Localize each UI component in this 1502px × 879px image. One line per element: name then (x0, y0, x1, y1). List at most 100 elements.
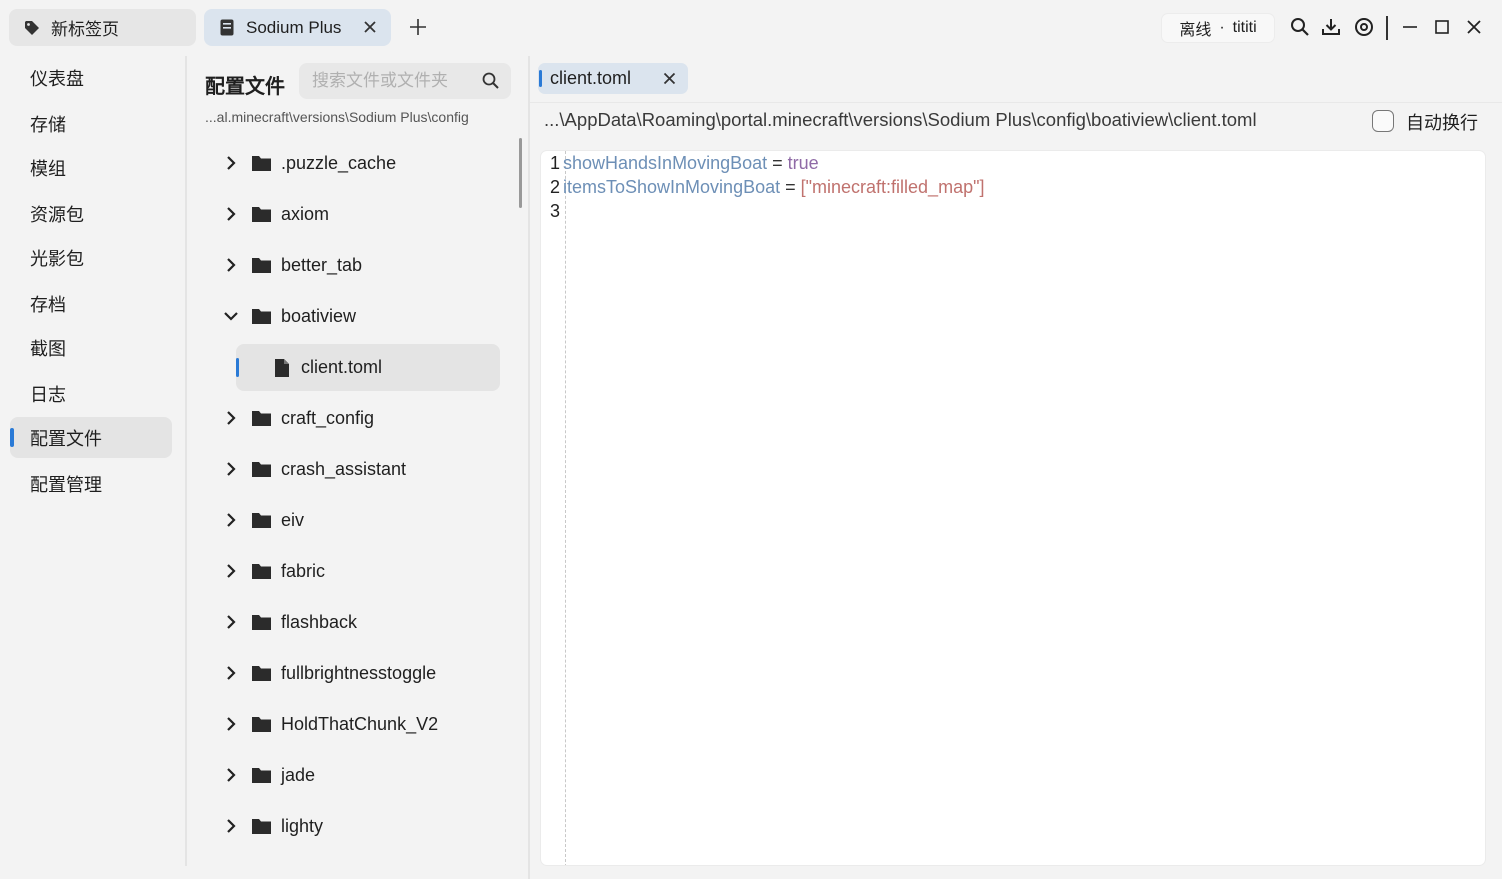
file-icon (275, 358, 289, 377)
folder-item[interactable]: jade (223, 752, 315, 798)
folder-icon (252, 206, 271, 222)
folder-item[interactable]: HoldThatChunk_V2 (223, 701, 438, 747)
chevron-right-icon (223, 665, 239, 681)
sidebar-item-label: 截图 (30, 338, 66, 359)
sidebar-item-label: 配置管理 (30, 474, 102, 495)
folder-name: fabric (281, 560, 326, 581)
chevron-right-icon (223, 206, 239, 222)
sidebar-item-storage[interactable]: 存储 (10, 103, 172, 144)
tab-sodium-plus[interactable]: Sodium Plus (204, 9, 391, 46)
sidebar-item-label: 日志 (30, 384, 66, 405)
scrollbar[interactable] (519, 138, 522, 208)
editor-tab-client-toml[interactable]: client.toml (538, 63, 688, 94)
folder-item[interactable]: eiv (223, 497, 304, 543)
folder-item[interactable]: axiom (223, 191, 329, 237)
close-icon[interactable] (361, 18, 379, 36)
chevron-right-icon (223, 410, 239, 426)
file-path: ...\AppData\Roaming\portal.minecraft\ver… (544, 109, 1257, 130)
search-icon[interactable] (1289, 16, 1311, 38)
folder-icon (252, 461, 271, 477)
account-status: 离线 (1179, 22, 1212, 39)
sidebar-item-shaderpacks[interactable]: 光影包 (10, 237, 172, 278)
tab-new-tab[interactable]: 新标签页 (9, 9, 196, 46)
code-line: 2 itemsToShowInMovingBoat = ["minecraft:… (541, 175, 985, 200)
chevron-right-icon (223, 614, 239, 630)
add-tab-icon[interactable] (406, 15, 430, 39)
folder-item[interactable]: flashback (223, 599, 357, 645)
folder-icon (252, 818, 271, 834)
folder-name: fullbrightnesstoggle (281, 662, 437, 683)
folder-name: crash_assistant (281, 458, 407, 479)
folder-item-expanded[interactable]: boatiview (223, 293, 356, 339)
sidebar-item-screenshots[interactable]: 截图 (10, 327, 172, 368)
folder-name: jade (281, 764, 316, 785)
toml-operator: = (785, 177, 796, 197)
chevron-right-icon (223, 563, 239, 579)
close-icon[interactable] (661, 70, 678, 87)
folder-name: flashback (281, 611, 358, 632)
folder-item[interactable]: better_tab (223, 242, 362, 288)
search-icon[interactable] (481, 71, 501, 91)
minimize-icon[interactable] (1399, 16, 1421, 38)
sidebar-item-logs[interactable]: 日志 (10, 373, 172, 414)
sidebar-item-config-files[interactable]: 配置文件 (10, 417, 172, 458)
sidebar-item-label: 配置文件 (30, 428, 102, 449)
chevron-right-icon (223, 257, 239, 273)
sidebar: 仪表盘 存储 模组 资源包 光影包 存档 截图 日志 配置文件 配置管理 (0, 56, 185, 879)
code-editor[interactable]: 1 showHandsInMovingBoat = true 2 itemsTo… (540, 150, 1486, 866)
separator-dot: · (1219, 19, 1225, 36)
folder-item[interactable]: lighty (223, 803, 323, 849)
tag-icon (23, 19, 41, 37)
account-badge[interactable]: 离线 · tititi (1161, 13, 1275, 43)
folder-name: HoldThatChunk_V2 (281, 713, 439, 734)
folder-item[interactable]: .puzzle_cache (223, 140, 396, 186)
file-name: client.toml (301, 357, 383, 377)
sidebar-item-config-manager[interactable]: 配置管理 (10, 463, 172, 504)
maximize-icon[interactable] (1431, 16, 1453, 38)
editor-tab-divider (530, 102, 1502, 103)
sidebar-item-label: 模组 (30, 158, 66, 179)
sidebar-item-label: 资源包 (30, 204, 84, 225)
line-number: 1 (549, 153, 560, 173)
folder-name: .puzzle_cache (281, 152, 397, 173)
word-wrap-checkbox[interactable] (1372, 110, 1394, 132)
window-close-icon[interactable] (1463, 16, 1485, 38)
config-path: ...al.minecraft\versions\Sodium Plus\con… (205, 109, 469, 125)
editor-tab-label: client.toml (550, 68, 632, 88)
search-input[interactable] (299, 63, 511, 99)
tab-label: Sodium Plus (246, 17, 342, 37)
sidebar-item-label: 存储 (30, 114, 66, 135)
toml-operator: = (772, 153, 783, 173)
toolbar-divider (1386, 16, 1388, 40)
download-icon[interactable] (1320, 16, 1342, 38)
folder-icon (252, 308, 271, 324)
folder-icon (252, 767, 271, 783)
toml-value: true (787, 153, 819, 173)
folder-item[interactable]: fabric (223, 548, 325, 594)
chevron-right-icon (223, 155, 239, 171)
file-item-selected[interactable]: client.toml (236, 344, 500, 391)
gutter-divider (565, 151, 566, 865)
line-number: 3 (549, 201, 560, 221)
instance-icon (218, 19, 236, 37)
chevron-right-icon (223, 818, 239, 834)
folder-icon (252, 563, 271, 579)
chevron-right-icon (223, 461, 239, 477)
toml-key: showHandsInMovingBoat (563, 153, 768, 173)
sidebar-item-resourcepacks[interactable]: 资源包 (10, 193, 172, 234)
folder-item[interactable]: craft_config (223, 395, 374, 441)
sidebar-item-saves[interactable]: 存档 (10, 283, 172, 324)
folder-icon (252, 155, 271, 171)
folder-name: better_tab (281, 254, 363, 275)
file-panel: 配置文件 ...al.minecraft\versions\Sodium Plu… (187, 56, 528, 879)
folder-item[interactable]: fullbrightnesstoggle (223, 650, 436, 696)
sidebar-item-mods[interactable]: 模组 (10, 147, 172, 188)
code-line: 1 showHandsInMovingBoat = true (541, 151, 819, 176)
sidebar-item-dashboard[interactable]: 仪表盘 (10, 57, 172, 98)
settings-icon[interactable] (1353, 16, 1375, 38)
word-wrap-label: 自动换行 (1406, 113, 1478, 133)
folder-name: boatiview (281, 305, 357, 326)
folder-item[interactable]: crash_assistant (223, 446, 406, 492)
sidebar-item-label: 存档 (30, 294, 66, 315)
sidebar-item-label: 仪表盘 (30, 68, 84, 89)
